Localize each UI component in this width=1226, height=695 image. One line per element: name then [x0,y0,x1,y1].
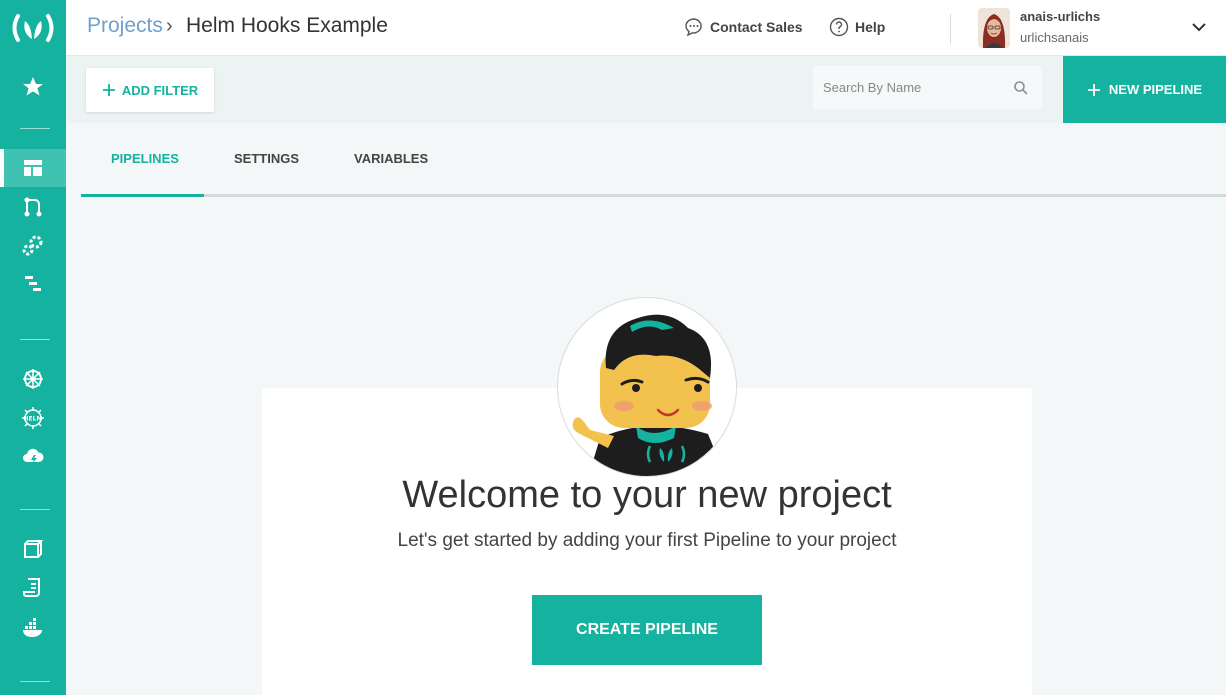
chevron-down-icon[interactable] [1190,18,1208,36]
tabs-baseline [81,194,1226,197]
kubernetes-helm-wheel-icon [23,369,43,389]
sidebar-item-pipelines[interactable] [0,188,66,226]
contact-sales-link[interactable]: Contact Sales [684,17,803,37]
search-box [813,66,1042,109]
create-pipeline-button[interactable]: CREATE PIPELINE [532,595,762,665]
sidebar-item-kubernetes[interactable] [0,360,66,398]
add-filter-label: ADD FILTER [121,82,199,98]
codefresh-logo-icon[interactable] [9,8,57,48]
user-handle: urlichsanais [1020,30,1089,45]
new-pipeline-label: NEW PIPELINE [1108,82,1203,97]
active-tab-indicator [81,194,204,197]
user-name: anais-urlichs [1020,9,1101,24]
tab-settings[interactable]: SETTINGS [234,151,299,166]
list-tree-icon [25,276,41,291]
cloud-lightning-icon [23,448,44,464]
docker-icon [23,618,42,637]
git-branch-icon [24,197,42,217]
chat-bubble-icon [685,18,702,37]
search-icon[interactable] [1013,80,1029,96]
help-label: Help [855,19,886,35]
welcome-subtitle: Let's get started by adding your first P… [397,530,897,551]
svg-text:HELM: HELM [24,416,43,423]
helm-icon: HELM [22,407,44,429]
sidebar-divider [20,509,50,510]
scroll-icon [23,578,40,597]
help-link[interactable]: Help [829,17,885,37]
sidebar-item-builds[interactable] [0,226,66,264]
top-header: Projects › Helm Hooks Example Contact Sa… [66,0,1226,56]
sidebar-item-steps[interactable] [0,265,66,303]
sidebar-item-scripts[interactable] [0,569,66,607]
sidebar-item-registry[interactable] [0,609,66,647]
sidebar-divider [20,128,50,129]
mascot-illustration [557,297,737,477]
breadcrumb-separator: › [166,15,173,37]
sidebar-item-helm[interactable]: HELM [0,399,66,437]
project-tabs: PIPELINES SETTINGS VARIABLES [81,123,1226,198]
plus-icon [1087,83,1100,96]
header-divider [950,14,951,44]
sidebar: HELM [0,0,66,695]
sidebar-divider [20,339,50,340]
dashboard-icon [24,160,42,176]
add-filter-button[interactable]: ADD FILTER [86,68,214,112]
gears-icon [22,235,43,256]
tab-variables[interactable]: VARIABLES [354,151,428,166]
sidebar-item-projects[interactable] [0,149,66,187]
help-circle-icon [829,17,849,37]
sidebar-item-favorites[interactable] [0,68,66,106]
plus-icon [102,84,115,96]
breadcrumb-projects-link[interactable]: Projects [87,14,163,38]
sidebar-item-images[interactable] [0,530,66,568]
avatar[interactable] [978,8,1010,48]
toolbar: ADD FILTER NEW PIPELINE [66,56,1226,123]
page-title: Helm Hooks Example [186,14,388,37]
sidebar-item-environments[interactable] [0,437,66,475]
star-icon [23,77,43,96]
sidebar-divider [20,681,50,682]
new-pipeline-button[interactable]: NEW PIPELINE [1063,56,1226,123]
contact-sales-label: Contact Sales [710,19,803,35]
welcome-title: Welcome to your new project [402,474,892,516]
search-input[interactable] [813,66,1013,109]
cube-icon [24,540,44,558]
tab-pipelines[interactable]: PIPELINES [111,151,179,166]
